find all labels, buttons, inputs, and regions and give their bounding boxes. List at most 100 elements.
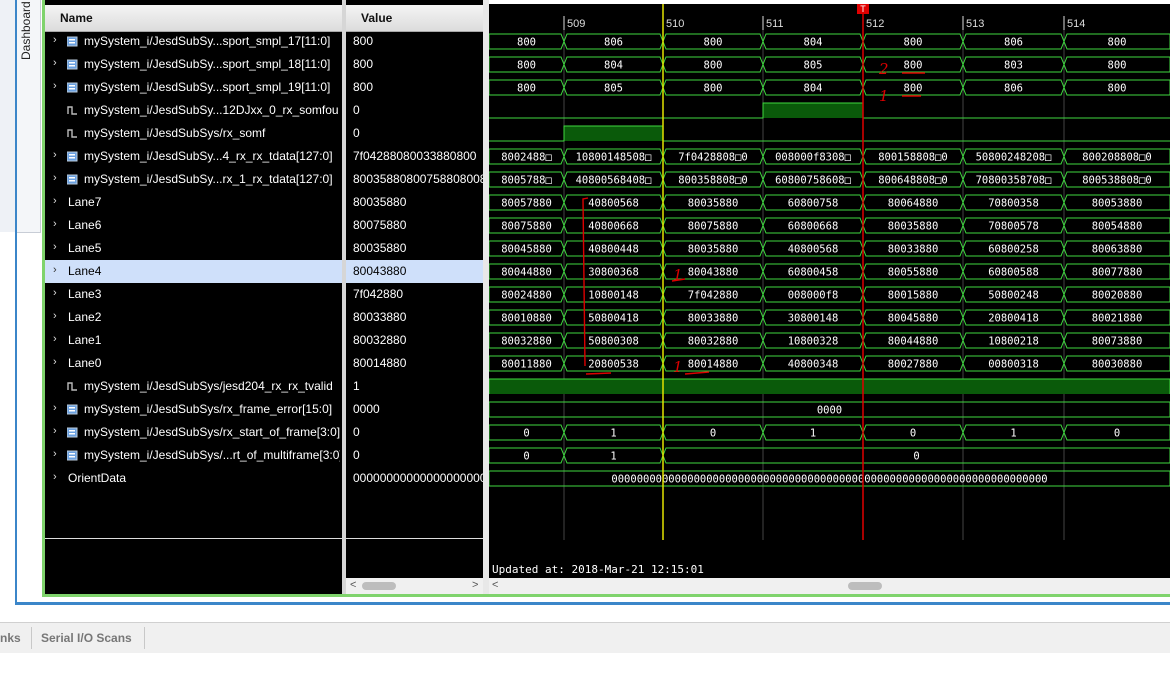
signal-value: 0000000000000000000000 (353, 471, 500, 485)
bus-value-label: 806 (1004, 83, 1023, 95)
chevron-right-icon[interactable]: › (53, 80, 57, 92)
scroll-right-icon[interactable]: > (472, 579, 478, 591)
value-horizontal-scrollbar[interactable]: < > (346, 578, 483, 594)
bus-value-label: 800 (517, 60, 536, 72)
signal-value: 80075880 (353, 218, 407, 232)
signal-row[interactable]: › Lane3 (45, 283, 342, 306)
chevron-right-icon[interactable]: › (53, 264, 57, 276)
scroll-left-icon[interactable]: < (350, 579, 356, 591)
waveform-panel[interactable]: 509 510 511 512 513 514 800 806 800 804 800 806 800 8… (489, 0, 1170, 580)
signal-value-row[interactable]: 1 (346, 375, 483, 398)
signal-value: 80035880 (353, 241, 407, 255)
chevron-right-icon[interactable]: › (53, 448, 57, 460)
signal-name: mySystem_i/JesdSubSy...sport_smpl_18[11:… (84, 57, 331, 71)
signal-name: Lane6 (68, 218, 102, 232)
chevron-right-icon[interactable]: › (53, 310, 57, 322)
signal-value-row[interactable]: 0000 (346, 398, 483, 421)
signal-value-row[interactable]: 80035880 (346, 237, 483, 260)
signal-value-row[interactable]: 80014880 (346, 352, 483, 375)
chevron-right-icon[interactable]: › (53, 34, 57, 46)
signal-value-row[interactable]: 0 (346, 444, 483, 467)
signal-value-row[interactable]: 800 (346, 76, 483, 99)
signal-row[interactable]: mySystem_i/JesdSubSys/jesd204_rx_rx_tval… (45, 375, 342, 398)
signal-row[interactable]: mySystem_i/JesdSubSys/rx_somf (45, 122, 342, 145)
signal-value-row[interactable]: 80035880800758808008 (346, 168, 486, 191)
bus-value-label: 00800318 (988, 359, 1039, 371)
signal-row[interactable]: mySystem_i/JesdSubSy...12DJxx_0_rx_somfo… (45, 99, 342, 122)
signal-value-row[interactable]: 80032880 (346, 329, 483, 352)
bus-value-label: 0 (710, 428, 716, 440)
bus-value-label: 800358808□0 (678, 175, 748, 187)
chevron-right-icon[interactable]: › (53, 402, 57, 414)
chevron-right-icon[interactable]: › (53, 172, 57, 184)
signal-row[interactable]: › mySystem_i/JesdSubSy...sport_smpl_17[11… (45, 30, 342, 53)
signal-value-row[interactable]: 0 (346, 421, 483, 444)
signal-name: OrientData (68, 471, 127, 485)
signal-row[interactable]: › Lane0 (45, 352, 342, 375)
signal-value-row[interactable]: 7f042880 (346, 283, 483, 306)
chevron-right-icon[interactable]: › (53, 425, 57, 437)
bottom-tab-serial-io-scans[interactable]: Serial I/O Scans (41, 631, 132, 645)
bus-value-label: 8002488□ (501, 152, 552, 164)
signal-value-row[interactable]: 80075880 (346, 214, 483, 237)
signal-row[interactable]: › Lane2 (45, 306, 342, 329)
signal-value-row[interactable]: 800 (346, 30, 483, 53)
signal-value-row[interactable]: 80033880 (346, 306, 483, 329)
bus-value-label: 60800668 (788, 221, 839, 233)
chevron-right-icon[interactable]: › (53, 287, 57, 299)
signal-row[interactable]: › mySystem_i/JesdSubSy...4_rx_rx_tdata[12… (45, 145, 342, 168)
signal-value-row[interactable]: 0000000000000000000000 (346, 467, 500, 490)
signal-row[interactable]: › Lane4 (45, 260, 342, 283)
signal-row[interactable]: › mySystem_i/JesdSubSy...sport_smpl_18[11… (45, 53, 342, 76)
bus-value-label: 80020880 (1092, 290, 1143, 302)
signal-value-row[interactable]: 7f04288080033880800 (346, 145, 483, 168)
bus-value-label: 80035880 (688, 244, 739, 256)
chevron-right-icon[interactable]: › (53, 149, 57, 161)
signal-row[interactable]: › mySystem_i/JesdSubSys/...rt_of_multifra… (45, 444, 342, 467)
signal-value-row[interactable]: 0 (346, 122, 483, 145)
wave-scroll-left-icon[interactable]: < (492, 579, 498, 591)
bus-value-label: 80043880 (688, 267, 739, 279)
signal-row[interactable]: › Lane5 (45, 237, 342, 260)
bus-value-label: 1 (1010, 428, 1016, 440)
chevron-right-icon[interactable]: › (53, 195, 57, 207)
signal-value-row[interactable]: 800 (346, 53, 483, 76)
signal-value-row[interactable]: 80035880 (346, 191, 483, 214)
chevron-right-icon[interactable]: › (53, 356, 57, 368)
handwritten-annotation: 1 (673, 266, 683, 284)
signal-value-row[interactable]: 80043880 (346, 260, 483, 283)
bus-value-label: 10800148 (588, 290, 639, 302)
value-column-header[interactable]: Value (346, 5, 483, 32)
waveform-canvas[interactable]: 509 510 511 512 513 514 800 806 800 804 800 806 800 8… (489, 0, 1170, 580)
signal-row[interactable]: › OrientData (45, 467, 342, 490)
bottom-tab-links[interactable]: nks (0, 631, 21, 645)
bus-value-label: 0 (913, 451, 919, 463)
signal-row[interactable]: › Lane7 (45, 191, 342, 214)
signal-row[interactable]: › Lane1 (45, 329, 342, 352)
bus-value-label: 80033880 (888, 244, 939, 256)
signal-row[interactable]: › mySystem_i/JesdSubSys/rx_frame_error[15… (45, 398, 342, 421)
chevron-right-icon[interactable]: › (53, 333, 57, 345)
signal-row[interactable]: › Lane6 (45, 214, 342, 237)
bus-value-label: 800 (704, 60, 723, 72)
signal-row[interactable]: › mySystem_i/JesdSubSys/rx_start_of_frame… (45, 421, 342, 444)
name-column-header[interactable]: Name (45, 5, 342, 32)
chevron-right-icon[interactable]: › (53, 57, 57, 69)
signal-row[interactable]: › mySystem_i/JesdSubSy...sport_smpl_19[11… (45, 76, 342, 99)
bus-value-label: 40800568408□ (576, 175, 653, 187)
bus-value-label: 80035880 (888, 221, 939, 233)
bus-value-label: 800158808□0 (878, 152, 948, 164)
bus-value-label: 0000000000000000000000000000000000000000… (611, 474, 1047, 486)
chevron-right-icon[interactable]: › (53, 218, 57, 230)
bus-value-label: 40800348 (788, 359, 839, 371)
signal-row[interactable]: › mySystem_i/JesdSubSy...rx_1_rx_tdata[12… (45, 168, 342, 191)
chevron-right-icon[interactable]: › (53, 471, 57, 483)
bus-value-label: 008000f8308□ (775, 152, 852, 164)
signal-value-row[interactable]: 0 (346, 99, 483, 122)
bus-value-label: 80035880 (688, 198, 739, 210)
waveform-scroll-thumb[interactable] (848, 582, 882, 590)
waveform-horizontal-scrollbar[interactable]: < (489, 578, 1170, 594)
bus-value-label: 80073880 (1092, 336, 1143, 348)
chevron-right-icon[interactable]: › (53, 241, 57, 253)
value-scroll-thumb[interactable] (362, 582, 396, 590)
